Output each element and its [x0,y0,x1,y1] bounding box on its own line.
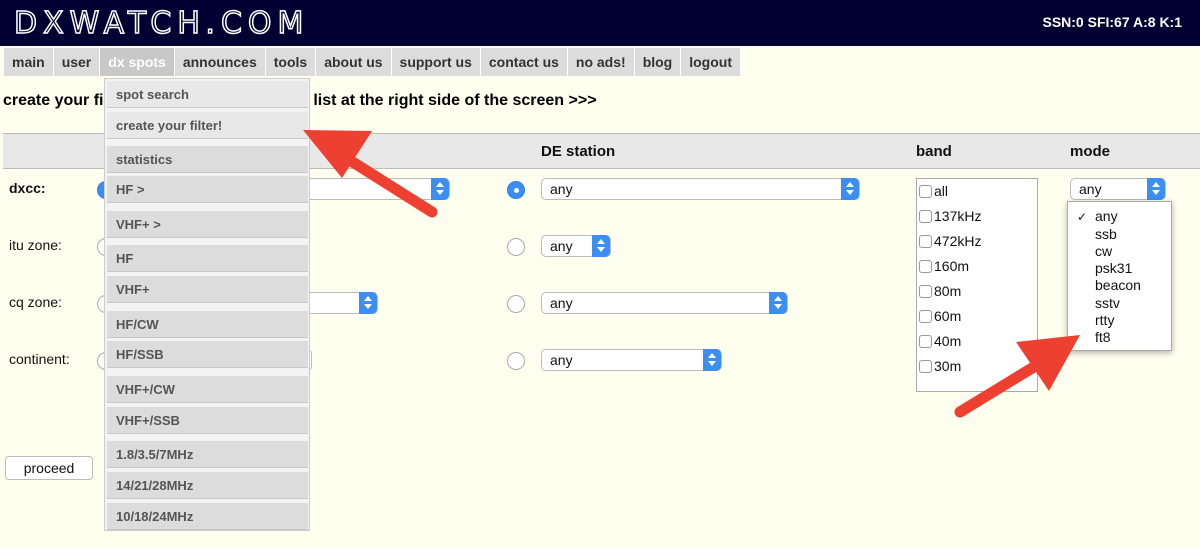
band-option-137khz[interactable]: 137kHz [919,208,981,224]
row-label-continent: continent: [9,351,70,367]
band-label: 80m [934,283,962,299]
column-band: band [916,143,952,160]
dropdown-item-create-filter[interactable]: create your filter! [107,112,308,139]
menu-item-main[interactable]: main [4,48,54,76]
band-option-30m[interactable]: 30m [919,358,961,374]
band-label: all [934,183,949,199]
dropdown-item-vhf-ssb[interactable]: VHF+/SSB [107,407,308,434]
checkmark-icon: ✓ [1077,210,1088,224]
menu-item-contact-us[interactable]: contact us [480,48,568,76]
de-cq-value: any [550,295,573,311]
band-option-160m[interactable]: 160m [919,258,969,274]
menu-item-support-us[interactable]: support us [391,48,481,76]
band-option-472khz[interactable]: 472kHz [919,233,981,249]
menu-item-about-us[interactable]: about us [316,48,392,76]
dropdown-item-vhf[interactable]: VHF+ [107,276,308,303]
dropdown-item-warc-bands[interactable]: 10/18/24MHz [107,503,308,530]
de-cq-zone-select[interactable]: any [541,292,788,314]
main-menu: main user dx spots announces tools about… [4,48,741,76]
mode-select-value: any [1079,181,1102,197]
de-radio-itu-zone[interactable] [507,238,525,256]
band-option-all[interactable]: all [919,183,948,199]
mode-option-beacon[interactable]: beacon [1095,277,1141,293]
de-dxcc-value: any [550,181,573,197]
dropdown-item-vhf-cw[interactable]: VHF+/CW [107,376,308,403]
row-label-itu-zone: itu zone: [9,237,62,253]
intro-text-left: create your fi [3,92,104,109]
de-itu-value: any [550,238,573,254]
proceed-button[interactable]: proceed [5,456,93,480]
band-option-60m[interactable]: 60m [919,308,961,324]
menu-item-user[interactable]: user [53,48,101,76]
dropdown-item-low-bands[interactable]: 1.8/3.5/7MHz [107,441,308,468]
mode-option-rtty[interactable]: rtty [1095,312,1114,328]
select-arrows-icon [703,349,721,371]
de-continent-value: any [550,352,573,368]
site-header: DXWATCH.COM SSN:0 SFI:67 A:8 K:1 [0,0,1200,46]
checkbox-icon[interactable] [919,309,932,323]
mode-option-ft8[interactable]: ft8 [1095,329,1111,345]
checkbox-icon[interactable] [919,234,932,248]
dx-spots-dropdown: spot search create your filter! statisti… [104,78,310,531]
de-continent-select[interactable]: any [541,349,722,371]
menu-item-no-ads[interactable]: no ads! [567,48,635,76]
select-arrows-icon [592,235,610,257]
menu-item-dx-spots[interactable]: dx spots [100,48,175,76]
dropdown-item-high-bands[interactable]: 14/21/28MHz [107,472,308,499]
intro-text-right: e list at the right side of the screen >… [300,92,597,109]
band-label: 60m [934,308,962,324]
checkbox-icon[interactable] [919,334,932,348]
de-radio-dxcc[interactable] [507,181,525,199]
mode-option-psk31[interactable]: psk31 [1095,260,1132,276]
band-label: 40m [934,333,962,349]
dropdown-item-spot-search[interactable]: spot search [107,81,308,108]
mode-option-ssb[interactable]: ssb [1095,226,1117,242]
select-arrows-icon [841,178,859,200]
dropdown-item-hf-cw[interactable]: HF/CW [107,311,308,338]
dropdown-item-hf-submenu[interactable]: HF > [107,176,308,203]
select-arrows-icon [769,292,787,314]
mode-option-sstv[interactable]: sstv [1095,295,1120,311]
mode-options-popup: ✓ any ssb cw psk31 beacon sstv rtty ft8 [1067,201,1172,351]
band-multiselect[interactable]: all 137kHz 472kHz 160m 80m 60m 40m 30m [916,178,1038,392]
menu-item-logout[interactable]: logout [681,48,741,76]
mode-select[interactable]: any [1070,178,1166,200]
column-mode: mode [1070,143,1111,160]
band-option-40m[interactable]: 40m [919,333,961,349]
row-label-cq-zone: cq zone: [9,294,62,310]
select-arrows-icon [431,178,449,200]
column-de-station: DE station [541,143,616,160]
de-radio-cq-zone[interactable] [507,295,525,313]
select-arrows-icon [1147,178,1165,200]
dropdown-item-statistics[interactable]: statistics [107,146,308,173]
de-dxcc-select[interactable]: any [541,178,860,200]
checkbox-icon[interactable] [919,209,932,223]
dropdown-item-hf[interactable]: HF [107,245,308,272]
menu-item-blog[interactable]: blog [634,48,682,76]
de-itu-zone-select[interactable]: any [541,235,611,257]
band-label: 30m [934,358,962,374]
select-arrows-icon [359,292,377,314]
menu-item-tools[interactable]: tools [265,48,317,76]
mode-option-any[interactable]: any [1095,208,1118,224]
checkbox-icon[interactable] [919,184,932,198]
menu-item-announces[interactable]: announces [174,48,266,76]
checkbox-icon[interactable] [919,284,932,298]
checkbox-icon[interactable] [919,259,932,273]
checkbox-icon[interactable] [919,359,932,373]
solar-conditions: SSN:0 SFI:67 A:8 K:1 [1042,14,1182,30]
band-label: 137kHz [934,208,982,224]
site-logo[interactable]: DXWATCH.COM [13,5,309,42]
band-option-80m[interactable]: 80m [919,283,961,299]
band-label: 160m [934,258,970,274]
band-label: 472kHz [934,233,982,249]
mode-option-cw[interactable]: cw [1095,243,1112,259]
row-label-dxcc: dxcc: [9,180,46,196]
dropdown-item-hf-ssb[interactable]: HF/SSB [107,341,308,368]
de-radio-continent[interactable] [507,352,525,370]
dx-dxcc-select[interactable] [290,178,450,200]
dropdown-item-vhf-submenu[interactable]: VHF+ > [107,211,308,238]
